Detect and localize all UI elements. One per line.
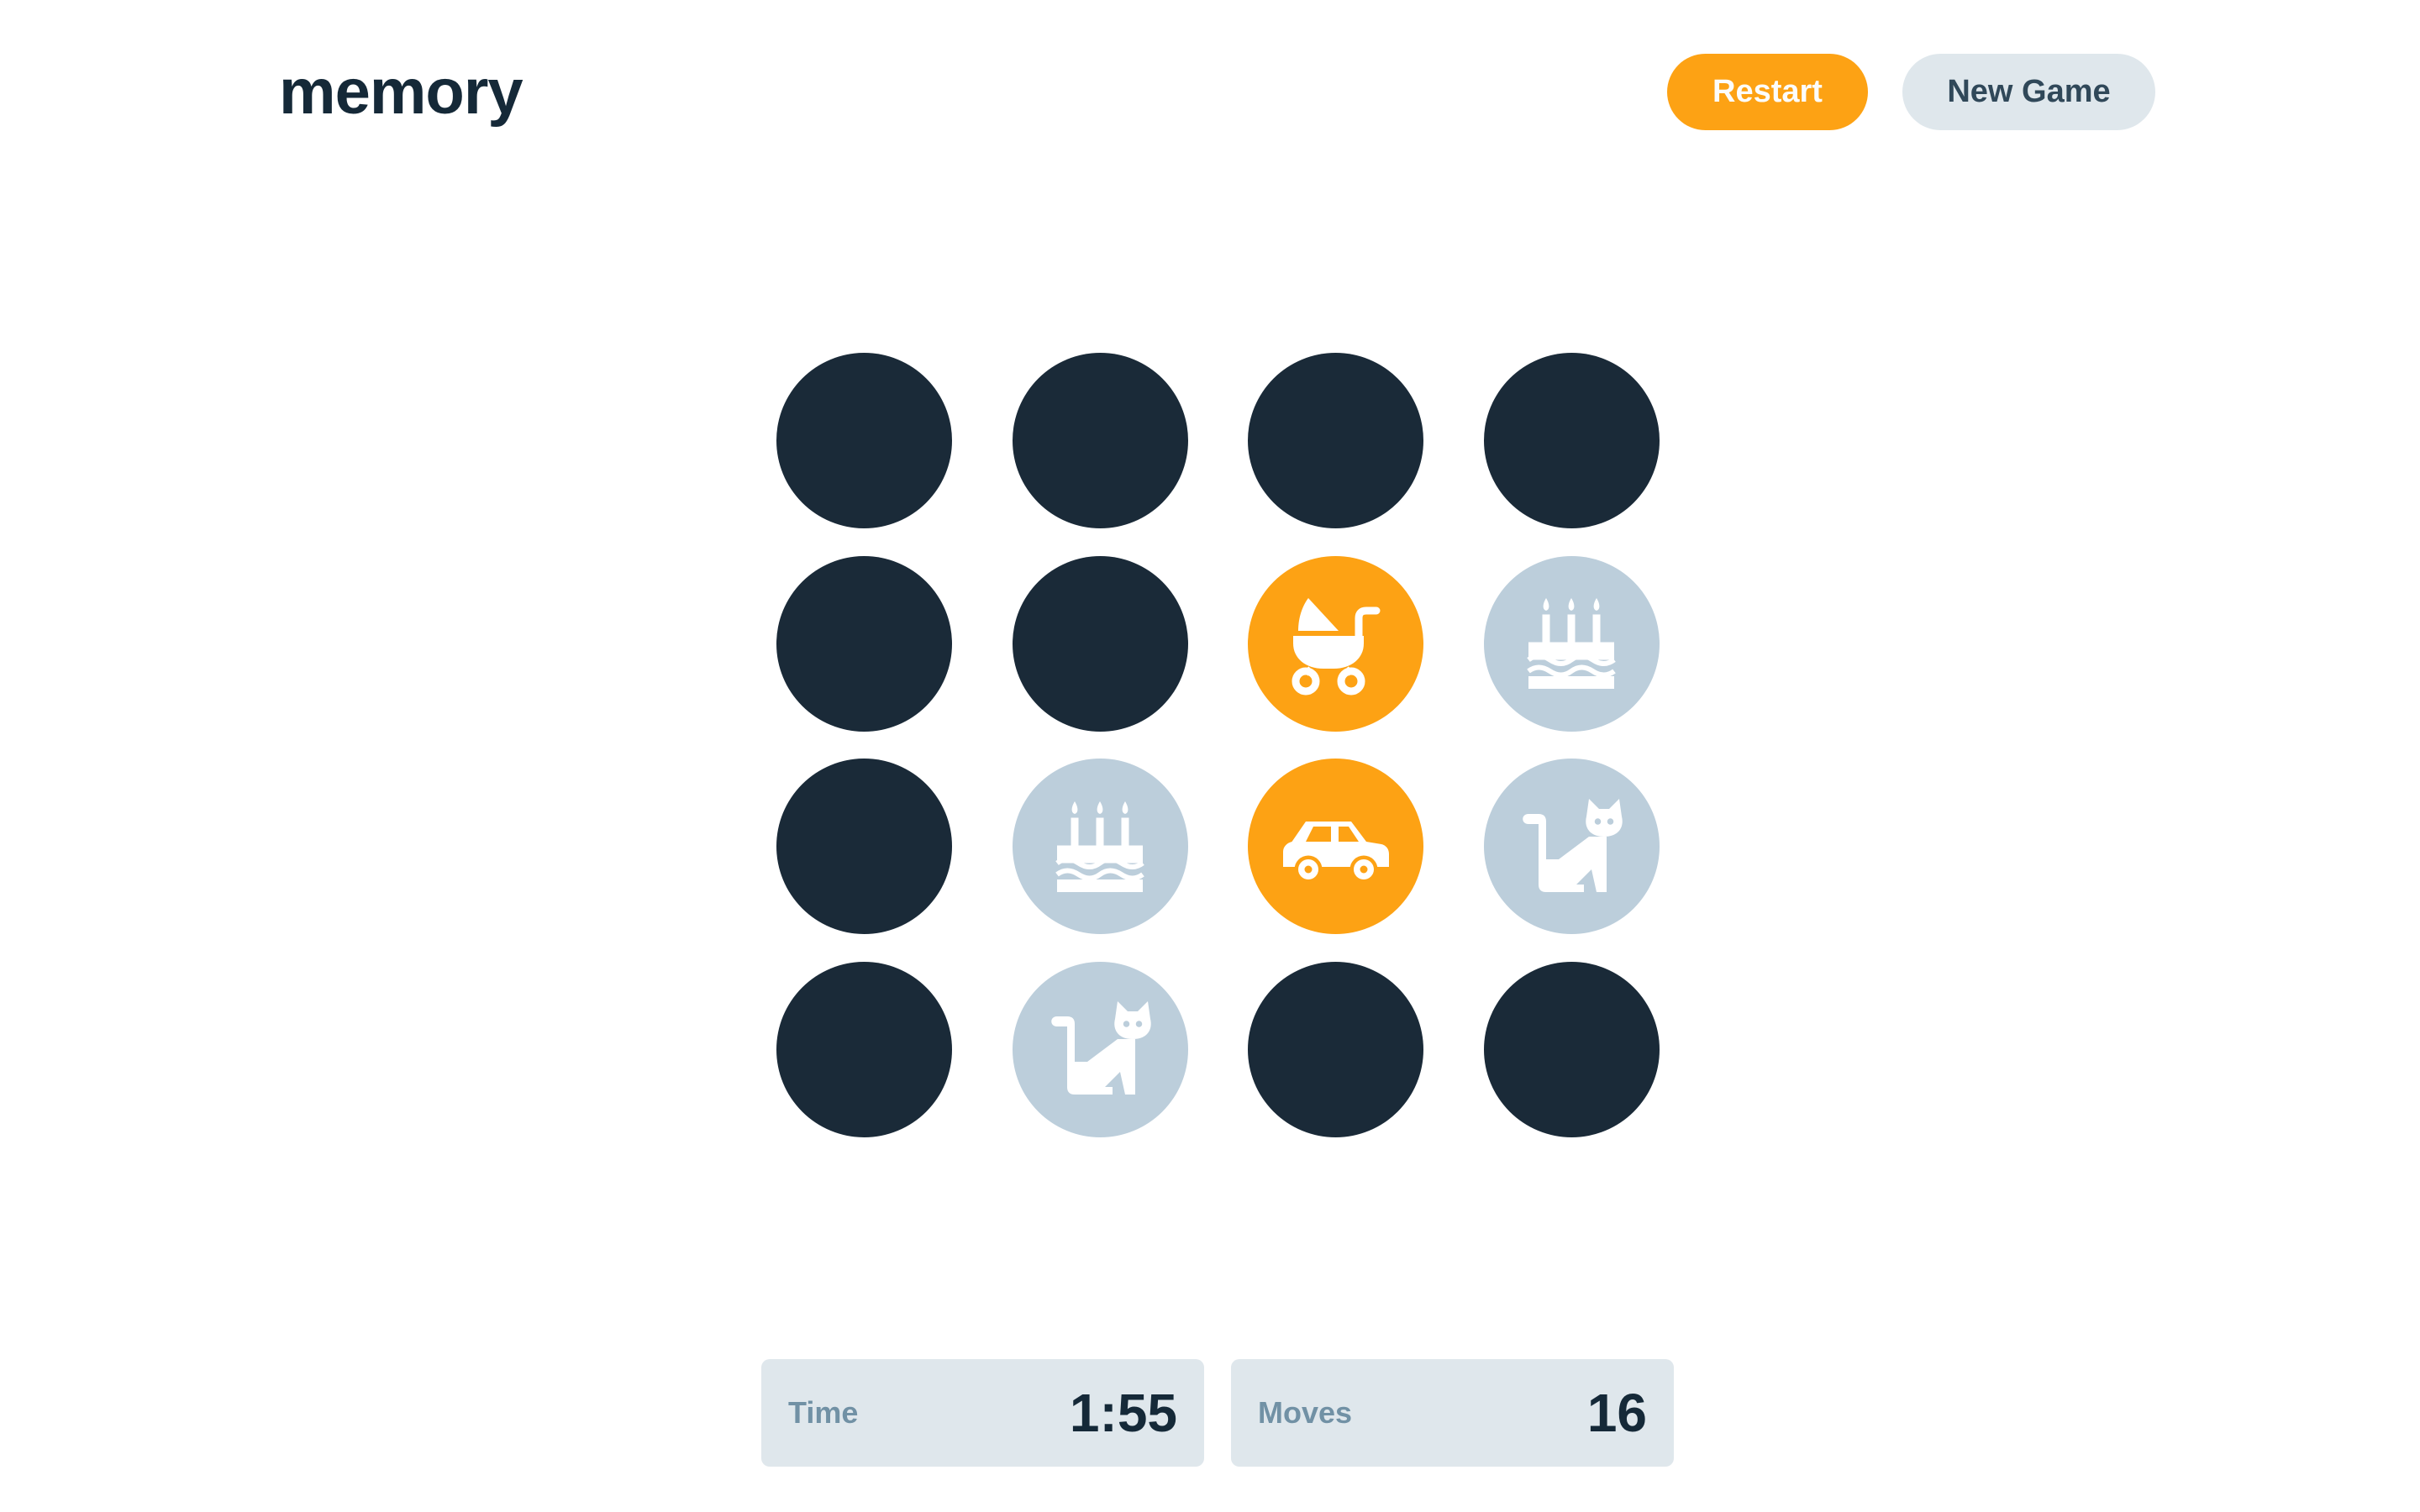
- tile-1-4[interactable]: [1483, 353, 1660, 528]
- stroller-icon: [1273, 580, 1399, 706]
- cat-icon: [1037, 986, 1163, 1112]
- time-value: 1:55: [1069, 1383, 1177, 1443]
- tile-1-2[interactable]: [1012, 353, 1188, 528]
- tile-3-3[interactable]: [1248, 759, 1423, 934]
- tile-2-1[interactable]: [776, 555, 952, 732]
- cat-icon: [1508, 784, 1634, 910]
- moves-value: 16: [1586, 1383, 1647, 1443]
- tile-3-2[interactable]: [1012, 759, 1188, 934]
- tile-1-3[interactable]: [1248, 353, 1423, 528]
- tile-4-2[interactable]: [1012, 961, 1188, 1137]
- birthday-cake-icon: [1037, 784, 1163, 910]
- game-title: memory: [279, 56, 523, 128]
- car-icon: [1273, 784, 1399, 910]
- tile-2-3[interactable]: [1248, 555, 1423, 732]
- new-game-button[interactable]: New Game: [1902, 54, 2155, 130]
- birthday-cake-icon: [1508, 580, 1634, 706]
- time-label: Time: [788, 1395, 859, 1430]
- moves-panel: Moves 16: [1231, 1359, 1674, 1467]
- tile-4-4[interactable]: [1483, 961, 1660, 1137]
- tile-1-1[interactable]: [776, 353, 952, 528]
- tile-3-4[interactable]: [1483, 759, 1660, 934]
- tile-3-1[interactable]: [776, 759, 952, 934]
- tile-2-2[interactable]: [1012, 555, 1188, 732]
- tile-4-3[interactable]: [1248, 961, 1423, 1137]
- tile-4-1[interactable]: [776, 961, 952, 1137]
- time-panel: Time 1:55: [761, 1359, 1204, 1467]
- restart-button[interactable]: Restart: [1667, 54, 1868, 130]
- tile-2-4[interactable]: [1483, 555, 1660, 732]
- moves-label: Moves: [1258, 1395, 1353, 1430]
- game-board: [776, 353, 1660, 1137]
- header: memory Restart New Game: [0, 0, 2420, 185]
